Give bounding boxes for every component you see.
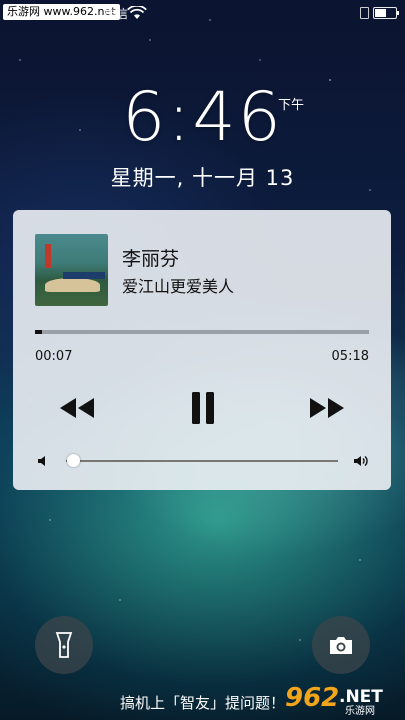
seek-bar[interactable] [35,330,369,334]
song-subtitle: 爱江山更爱美人 [122,277,235,296]
clock-time: 6:46 [122,78,283,157]
battery-icon [373,7,399,19]
svg-text:乐游网: 乐游网 [345,704,375,716]
status-bar: 乐游网 www.962.net 电信 [0,0,405,26]
song-title: 李丽芬 [122,248,180,270]
svg-text:962: 962 [285,683,339,713]
pause-icon [192,392,214,424]
wifi-icon [127,6,147,19]
rewind-button[interactable] [57,390,97,426]
camera-icon [330,637,352,654]
volume-high-icon [354,455,368,467]
flashlight-icon [55,632,73,658]
fast-forward-icon [310,398,344,418]
clock-date: 星期一, 十一月 13 [110,166,295,190]
svg-text:.NET: .NET [339,687,383,707]
volume-slider-thumb[interactable] [66,454,80,467]
lockscreen-clock: 6:46 下午 [0,78,405,157]
site-badge: 乐游网 www.962.net [3,4,120,20]
volume-slider[interactable] [66,460,338,462]
site-watermark-logo: 962 .NET 乐游网 [285,683,383,716]
rewind-icon [60,398,94,418]
album-art[interactable] [35,234,108,306]
pause-button[interactable] [183,390,223,426]
total-duration: 05:18 [331,349,369,364]
volume-low-icon [38,456,45,466]
media-player-card: 李丽芬 爱江山更爱美人 00:07 05:18 [13,210,391,490]
battery-fill [375,9,386,17]
elapsed-time: 00:07 [35,349,73,364]
carrier-label: 电信 [104,7,129,21]
clock-ampm: 下午 [278,98,305,113]
camera-button[interactable] [312,616,370,674]
flashlight-button[interactable] [35,616,93,674]
seek-bar-fill [35,330,43,334]
fast-forward-button[interactable] [307,390,347,426]
sim-icon [360,7,369,19]
